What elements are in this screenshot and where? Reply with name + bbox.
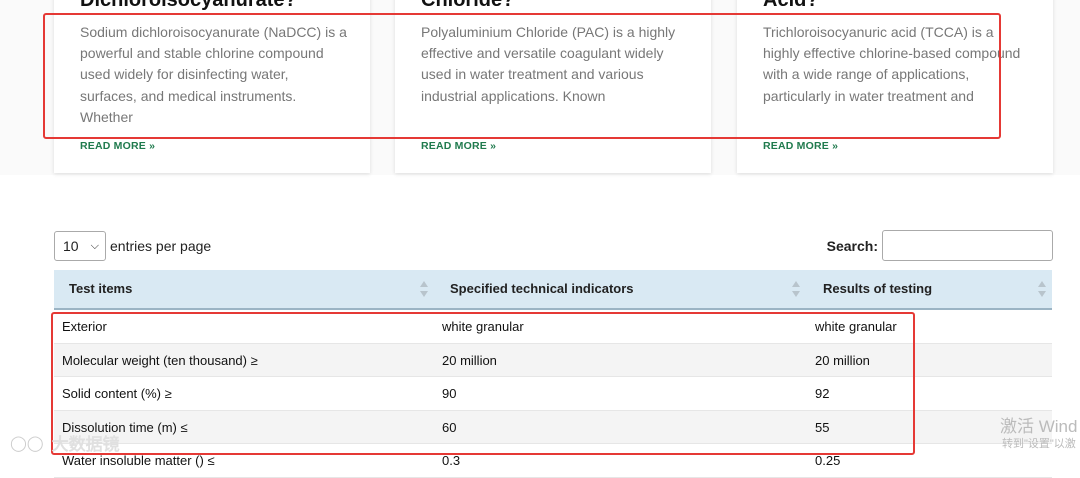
- activate-windows-watermark: 激活 Wind: [1000, 417, 1078, 436]
- brand-watermark: ◯◯ 大数据镜: [10, 430, 120, 455]
- table-header: Test items Specified technical indicator…: [54, 270, 1052, 310]
- sort-icon[interactable]: [1038, 281, 1046, 297]
- read-more-link[interactable]: READ MORE »: [80, 140, 155, 152]
- entries-control: 10 ⌵ entries per page: [54, 231, 211, 261]
- annotation-box-table-rows: [51, 312, 915, 455]
- read-more-link[interactable]: READ MORE »: [421, 140, 496, 152]
- entries-per-page-select[interactable]: 10 ⌵: [54, 231, 106, 261]
- card-title[interactable]: Dichloroisocyanurate?: [80, 0, 297, 12]
- column-header-test-items[interactable]: Test items: [69, 270, 132, 308]
- sort-icon[interactable]: [420, 281, 428, 297]
- table-search: Search:: [827, 230, 1053, 261]
- entries-select-value: 10: [63, 238, 79, 254]
- chevron-down-icon: ⌵: [90, 240, 99, 252]
- card-title[interactable]: Acid?: [763, 0, 819, 12]
- search-label: Search:: [826, 237, 878, 254]
- sort-icon[interactable]: [792, 281, 800, 297]
- search-input[interactable]: [882, 230, 1053, 261]
- column-header-specified-indicators[interactable]: Specified technical indicators: [450, 270, 634, 308]
- annotation-box-excerpts: [43, 13, 1001, 139]
- brand-text: 大数据镜: [51, 435, 120, 454]
- card-title[interactable]: Chloride?: [421, 0, 514, 12]
- column-header-results[interactable]: Results of testing: [823, 270, 932, 308]
- brand-logo-icon: ◯◯: [10, 434, 44, 452]
- read-more-link[interactable]: READ MORE »: [763, 140, 838, 152]
- activate-windows-subtext: 转到"设置"以激: [1002, 438, 1076, 450]
- entries-label: entries per page: [110, 238, 212, 254]
